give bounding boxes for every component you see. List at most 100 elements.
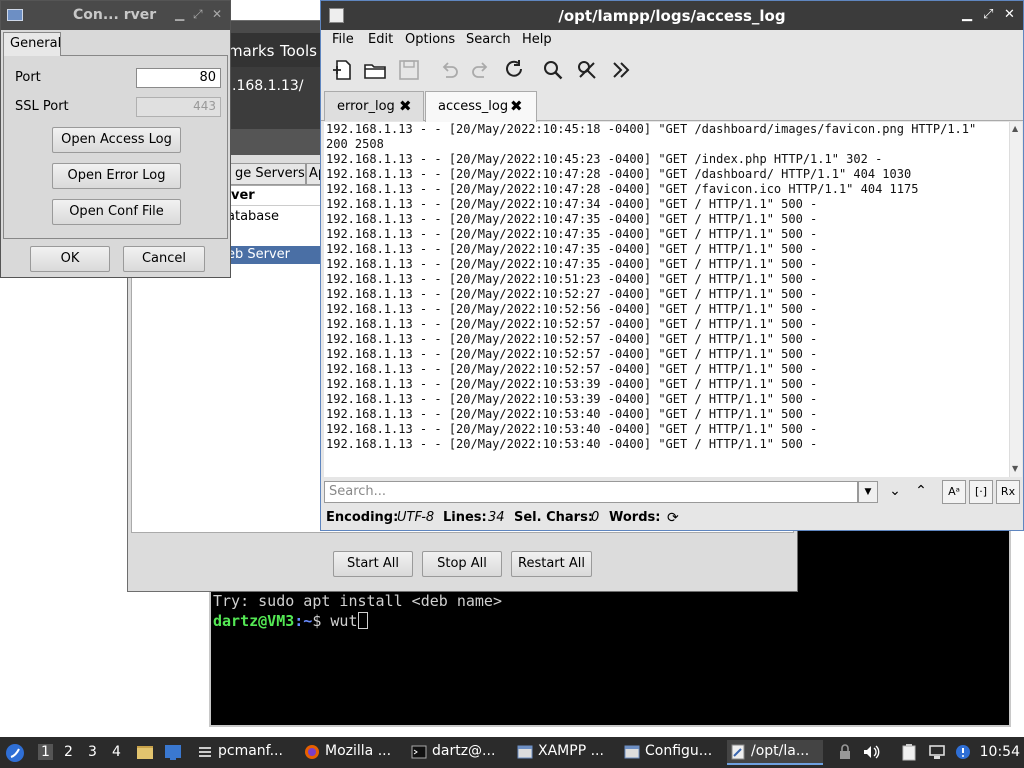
prompt-path: :~ [294,612,313,630]
task-terminal[interactable]: dartz@... [408,740,508,765]
show-desktop-icon[interactable] [164,743,182,761]
close-icon[interactable]: ✕ [1004,7,1015,22]
vertical-scrollbar[interactable]: ▲ ▼ [1009,122,1022,477]
refresh-word-count-icon[interactable]: ⟳ [667,510,679,526]
workspace-2[interactable]: 2 [64,744,73,760]
task-xampp[interactable]: XAMPP ... [514,740,618,765]
text-line: 192.168.1.13 - - [20/May/2022:10:47:35 -… [326,257,818,271]
text-line: 192.168.1.13 - - [20/May/2022:10:52:57 -… [326,317,818,331]
text-line: 192.168.1.13 - - [20/May/2022:10:51:23 -… [326,272,818,286]
tab-error-log[interactable]: error_log ✖ [324,91,424,121]
config-title: Con... rver [73,7,157,23]
start-all-button[interactable]: Start All [333,551,413,577]
task-text-editor[interactable]: /opt/la... [727,740,823,765]
config-titlebar: Con... rver ▁ ⤢ ✕ [1,1,230,30]
regex-icon[interactable]: Rx [996,480,1020,504]
search-input[interactable]: Search... [324,481,858,503]
scroll-down-icon[interactable]: ▼ [1012,464,1018,473]
new-document-icon[interactable] [330,57,356,83]
close-tab-icon[interactable]: ✖ [399,97,412,115]
volume-icon[interactable] [862,743,880,761]
lines-label: Lines: [443,510,487,525]
find-previous-icon[interactable]: ⌃ [909,480,933,504]
reload-icon[interactable] [501,57,527,83]
text-editor-icon [731,744,745,760]
find-replace-icon[interactable] [574,57,600,83]
go-to-icon[interactable] [608,57,634,83]
tab-label: access_log [438,99,509,114]
task-label: Configu... [645,743,713,759]
encoding-label: Encoding: [326,510,399,525]
maximize-icon[interactable]: ⤢ [983,7,993,22]
stop-all-button[interactable]: Stop All [422,551,502,577]
maximize-icon[interactable]: ⤢ [193,7,203,22]
save-icon [396,57,422,83]
ok-button[interactable]: OK [30,246,110,272]
port-input[interactable]: 80 [136,68,221,88]
ssl-port-label: SSL Port [15,99,69,114]
menu-help[interactable]: Help [522,32,552,47]
menu-edit[interactable]: Edit [368,32,393,47]
firefox-icon [305,745,319,759]
workspace-4[interactable]: 4 [112,744,121,760]
clipboard-icon[interactable] [900,743,918,761]
window-icon [517,745,533,759]
menu-tools[interactable]: Tools [280,42,317,60]
task-configure[interactable]: Configu... [621,740,721,765]
clock[interactable]: 10:54 [980,744,1020,760]
task-firefox[interactable]: Mozilla ... [301,740,405,765]
text-line: 192.168.1.13 - - [20/May/2022:10:53:40 -… [326,422,818,436]
tab-baseline [61,32,228,56]
prompt-symbol: $ [312,612,331,630]
editor-toolbar [321,53,1023,89]
match-case-icon[interactable]: Aᵃ [942,480,966,504]
ssl-port-input: 443 [136,97,221,117]
task-pcmanfm[interactable]: pcmanf... [194,740,294,765]
minimize-icon[interactable]: ▁ [175,7,184,21]
port-label: Port [15,70,41,85]
tab-access-log[interactable]: access_log ✖ [425,91,537,122]
tab-manage-servers[interactable]: ge Servers [228,163,306,185]
update-notifier-icon[interactable] [954,743,972,761]
tab-general[interactable]: General [3,32,61,56]
file-manager-icon [199,747,211,757]
text-editor-window: /opt/lampp/logs/access_log ▁ ⤢ ✕ File Ed… [320,0,1024,531]
whole-word-icon[interactable]: [·] [969,480,993,504]
text-line: 192.168.1.13 - - [20/May/2022:10:53:39 -… [326,377,818,391]
menu-bookmarks[interactable]: marks [228,42,274,60]
editor-text-area[interactable]: 192.168.1.13 - - [20/May/2022:10:45:18 -… [324,122,1009,477]
open-folder-icon[interactable] [362,57,388,83]
workspace-1[interactable]: 1 [38,744,53,760]
open-error-log-button[interactable]: Open Error Log [52,163,181,189]
text-line: 192.168.1.13 - - [20/May/2022:10:47:28 -… [326,182,919,196]
find-next-icon[interactable]: ⌄ [883,480,907,504]
search-history-dropdown[interactable]: ▼ [858,481,878,503]
close-icon[interactable]: ✕ [212,7,222,21]
redo-icon [468,57,494,83]
cancel-button[interactable]: Cancel [123,246,205,272]
tab-label: error_log [337,99,395,114]
window-icon [7,9,23,21]
minimize-icon[interactable]: ▁ [962,7,972,22]
workspace-3[interactable]: 3 [88,744,97,760]
task-label: dartz@... [432,743,496,759]
editor-menubar: File Edit Options Search Help [321,30,1023,52]
file-manager-launcher-icon[interactable] [136,743,154,761]
close-tab-icon[interactable]: ✖ [510,97,523,115]
scroll-up-icon[interactable]: ▲ [1012,124,1018,133]
text-line: 192.168.1.13 - - [20/May/2022:10:53:39 -… [326,392,818,406]
search-icon[interactable] [540,57,566,83]
start-menu-icon[interactable] [5,743,25,763]
menu-search[interactable]: Search [466,32,511,47]
open-conf-file-button[interactable]: Open Conf File [52,199,181,225]
menu-options[interactable]: Options [405,32,455,47]
restart-all-button[interactable]: Restart All [511,551,592,577]
menu-file[interactable]: File [332,32,354,47]
open-access-log-button[interactable]: Open Access Log [52,127,181,153]
lock-screen-icon[interactable] [836,743,854,761]
network-icon[interactable] [928,743,946,761]
text-line: 192.168.1.13 - - [20/May/2022:10:52:57 -… [326,362,818,376]
text-line: 192.168.1.13 - - [20/May/2022:10:47:28 -… [326,167,912,181]
terminal-prompt-line[interactable]: dartz@VM3:~$ wut [213,612,368,630]
xampp-url-fragment: .168.1.13/ [232,78,304,94]
